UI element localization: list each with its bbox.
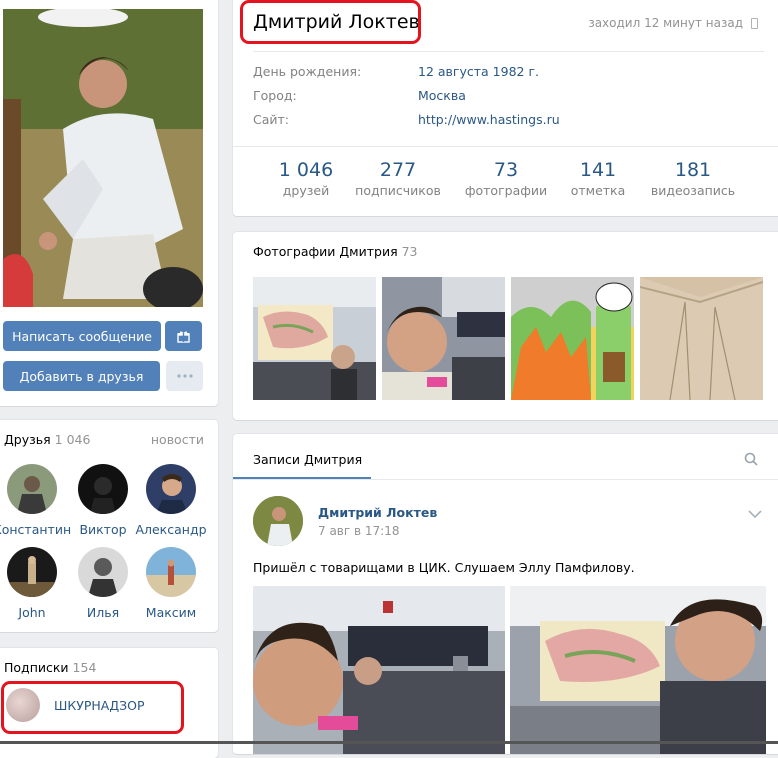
- friend-name: Максим: [145, 605, 197, 620]
- divider: [233, 479, 778, 480]
- counter-videos[interactable]: 181 видеозапись: [638, 159, 748, 198]
- friend-avatar: [146, 464, 196, 514]
- friend-avatar: [7, 547, 57, 597]
- subscription-avatar: [6, 688, 40, 722]
- send-message-button[interactable]: Написать сообщение: [3, 321, 161, 351]
- friend-item[interactable]: Максим: [131, 547, 211, 620]
- subscriptions-title: Подписки: [4, 660, 69, 675]
- gift-icon: [177, 330, 190, 343]
- gift-button[interactable]: [165, 321, 202, 351]
- more-dots-icon: [176, 374, 193, 378]
- info-label: День рождения:: [253, 64, 362, 79]
- wall-tab-posts[interactable]: Записи Дмитрия: [253, 452, 362, 467]
- friends-block: Друзья 1 046 новости Константин Виктор Ал…: [0, 420, 218, 632]
- info-value-link[interactable]: 12 августа 1982 г.: [418, 64, 539, 79]
- divider: [253, 51, 764, 52]
- chevron-down-icon: [748, 510, 762, 519]
- counter-label: отметка: [570, 183, 626, 198]
- friend-avatar: [7, 464, 57, 514]
- friends-count: 1 046: [54, 432, 91, 447]
- info-label: Сайт:: [253, 112, 290, 127]
- friend-name: Александр: [135, 522, 207, 537]
- profile-avatar-card: Написать сообщение Добавить в друзья: [0, 0, 218, 406]
- subscriptions-count: 154: [72, 660, 97, 675]
- friend-avatar: [78, 464, 128, 514]
- last-seen-status: заходил 12 минут назад: [588, 16, 758, 30]
- post-photo[interactable]: [510, 586, 766, 754]
- photo-thumbnail[interactable]: [253, 277, 376, 400]
- friend-item[interactable]: Константин: [0, 464, 72, 537]
- counter-tags[interactable]: 141 отметка: [543, 159, 653, 198]
- divider: [233, 146, 778, 147]
- photos-block: Фотографии Дмитрия 73: [233, 232, 778, 420]
- photo-thumbnail[interactable]: [382, 277, 505, 400]
- counter-label: подписчиков: [355, 183, 441, 198]
- counter-label: видеозапись: [650, 183, 736, 198]
- friend-name: Константин: [0, 522, 72, 537]
- mobile-phone-icon: [751, 17, 758, 29]
- post-text: Пришёл с товарищами в ЦИК. Слушаем Эллу …: [253, 560, 635, 575]
- counter-number: 181: [674, 159, 712, 181]
- friends-header[interactable]: Друзья 1 046: [4, 432, 90, 447]
- subscription-item[interactable]: ШКУРНАДЗОР: [6, 688, 145, 722]
- add-friend-button[interactable]: Добавить в друзья: [3, 361, 160, 391]
- friends-news-link[interactable]: новости: [151, 432, 204, 447]
- post-date[interactable]: 7 авг в 17:18: [318, 524, 399, 538]
- friend-avatar: [146, 547, 196, 597]
- counter-followers[interactable]: 277 подписчиков: [343, 159, 453, 198]
- friend-item[interactable]: John: [0, 547, 72, 620]
- info-value-link[interactable]: Москва: [418, 88, 466, 103]
- friend-avatar: [78, 547, 128, 597]
- wall-search-button[interactable]: [744, 452, 758, 466]
- counter-number: 141: [579, 159, 617, 181]
- photo-thumbnail[interactable]: [511, 277, 634, 400]
- friends-title: Друзья: [4, 432, 51, 447]
- photos-header[interactable]: Фотографии Дмитрия 73: [253, 244, 418, 259]
- friend-item[interactable]: Александр: [131, 464, 211, 537]
- info-label: Город:: [253, 88, 297, 103]
- page-title: Дмитрий Локтев: [253, 11, 420, 33]
- subscription-name: ШКУРНАДЗОР: [54, 697, 145, 713]
- info-value-link[interactable]: http://www.hastings.ru: [418, 112, 560, 127]
- avatar-image: [3, 9, 203, 307]
- photos-title: Фотографии Дмитрия: [253, 244, 398, 259]
- friend-name: John: [18, 605, 46, 620]
- last-seen-text: заходил 12 минут назад: [588, 16, 743, 30]
- post-author-avatar[interactable]: [253, 496, 303, 546]
- profile-info-card: Дмитрий Локтев заходил 12 минут назад Де…: [233, 0, 778, 216]
- wall-block: Записи Дмитрия Дмитрий Локтев 7 авг в 17…: [233, 434, 778, 754]
- photo-thumbnail[interactable]: [640, 277, 763, 400]
- post-photo[interactable]: [253, 586, 505, 754]
- counter-number: 277: [379, 159, 417, 181]
- photos-count: 73: [401, 244, 418, 259]
- subscriptions-header[interactable]: Подписки 154: [4, 660, 96, 675]
- post-author-name[interactable]: Дмитрий Локтев: [318, 505, 437, 520]
- more-actions-button[interactable]: [166, 361, 203, 391]
- post-menu-button[interactable]: [748, 508, 762, 519]
- search-icon: [744, 452, 758, 466]
- profile-avatar-photo[interactable]: [3, 9, 203, 307]
